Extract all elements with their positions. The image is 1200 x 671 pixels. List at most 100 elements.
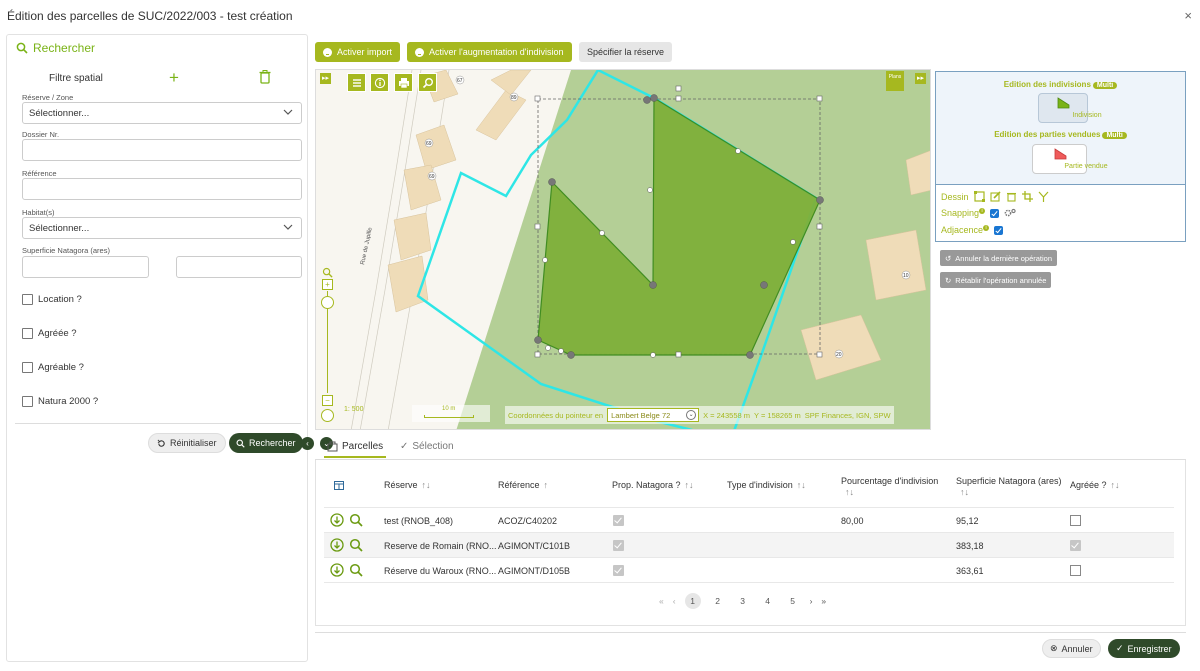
reset-button[interactable]: Réinitialiser [148,433,226,453]
redo-operation-button[interactable]: ↻ Rétablir l'opération annulée [940,272,1052,288]
next-page-button[interactable]: › [810,596,813,606]
page-button[interactable]: 5 [785,593,801,609]
agreee-checkbox-empty [1070,565,1081,576]
download-icon[interactable] [330,513,344,527]
sort-icon[interactable]: ↑↓ [1111,480,1120,490]
checkbox-box[interactable] [22,294,33,305]
zoom-icon[interactable] [349,538,363,552]
zoom-in-button[interactable]: + [322,279,333,290]
chevron-left-icon[interactable]: ‹ [301,437,314,450]
page-button[interactable]: 3 [735,593,751,609]
undo-operation-button[interactable]: ↺ Annuler la dernière opération [940,250,1058,266]
cell-superficie: 383,18 [956,541,984,551]
last-page-button[interactable]: » [821,596,826,606]
reference-input[interactable] [22,178,302,200]
merge-icon[interactable] [1038,191,1049,202]
info-icon[interactable]: i [979,208,986,214]
header-reference[interactable]: Référence ↑ [498,480,548,491]
sort-icon[interactable]: ↑↓ [960,487,969,497]
sort-icon[interactable]: ↑↓ [845,487,854,497]
cancel-button[interactable]: ⊗ Annuler [1042,639,1101,658]
close-icon[interactable]: × [1184,8,1192,23]
plans-button[interactable]: Plans [886,71,904,91]
checkbox-box[interactable] [22,328,33,339]
settings-icon[interactable] [1004,208,1016,218]
snapping-row: Snapping i [941,208,1016,218]
checkbox-box[interactable] [22,396,33,407]
tab-selection[interactable]: ✓ Sélection [400,441,454,452]
table-row[interactable]: Réserve du Waroux (RNO... AGIMONT/D105B … [324,557,1174,582]
sort-asc-icon[interactable]: ↑ [544,480,549,490]
habitat-select[interactable]: Sélectionner... [22,217,302,239]
map-attribution: SPF Finances, IGN, SPW [804,410,891,420]
agreee-checkbox[interactable]: Agréée ? [22,328,77,339]
draw-polygon-icon[interactable] [973,191,985,202]
superficie-min-input[interactable] [22,256,149,278]
zoom-slider-handle[interactable] [321,296,334,309]
multi-badge[interactable]: Multi [1102,132,1127,139]
header-reserve[interactable]: Réserve ↑↓ [384,480,431,491]
reserve-select[interactable]: Sélectionner... [22,102,302,124]
zoom-out-button[interactable]: − [322,395,333,406]
trash-icon[interactable] [259,70,271,84]
crop-icon[interactable] [1021,191,1033,202]
trash-icon[interactable] [1006,191,1017,202]
menu-icon[interactable] [347,73,366,92]
expand-left-icon[interactable]: ▸▸ [320,73,331,84]
expand-right-icon[interactable]: ▸▸ [915,73,926,84]
map-drawing: Rue de Jupille 67 89 69 69 10 20 [316,70,930,429]
header-agreee[interactable]: Agréée ? ↑↓ [1070,480,1120,491]
header-superficie[interactable]: Superficie Natagora (ares) ↑↓ [956,476,1066,498]
dossier-input[interactable] [22,139,302,161]
location-checkbox[interactable]: Location ? [22,294,82,305]
checkbox-box[interactable] [22,362,33,373]
info-icon[interactable]: i [983,225,990,231]
header-pourcentage[interactable]: Pourcentage d'indivision ↑↓ [841,476,946,498]
first-page-button[interactable]: « [659,596,664,606]
reserve-label: Réserve / Zone [22,93,74,102]
page-button[interactable]: 2 [710,593,726,609]
sort-icon[interactable]: ↑↓ [422,480,431,490]
import-button[interactable]: Activer import [315,42,401,62]
search-button[interactable]: Rechercher [229,433,303,453]
download-icon[interactable] [330,538,344,552]
save-button[interactable]: ✓ Enregistrer [1108,639,1180,658]
superficie-max-input[interactable] [176,256,302,278]
sort-icon[interactable]: ↑↓ [685,480,694,490]
undo-icon [157,439,165,447]
zoom-search-icon[interactable] [322,267,333,278]
zoom-reset-handle[interactable] [321,409,334,422]
search-title: Rechercher [33,41,96,55]
zoom-search-icon[interactable] [418,73,437,92]
sort-icon[interactable]: ↑↓ [797,480,806,490]
house-number: 69 [429,174,435,180]
add-filter-icon[interactable]: + [169,68,179,88]
polygon-red-icon [1054,148,1067,160]
print-icon[interactable] [394,73,413,92]
agreable-checkbox[interactable]: Agréable ? [22,362,84,373]
edit-icon[interactable] [989,191,1001,202]
indivision-tool[interactable]: Indivision [1038,93,1102,123]
zoom-icon[interactable] [349,513,363,527]
zoom-icon[interactable] [349,563,363,577]
download-icon[interactable] [330,563,344,577]
natura-checkbox[interactable]: Natura 2000 ? [22,396,98,407]
page-button[interactable]: 1 [684,593,701,609]
projection-select[interactable]: Lambert Belge 72 ⌄ [607,408,700,422]
adjacence-checkbox[interactable] [994,225,1004,235]
table-row[interactable]: Reserve de Romain (RNO... AGIMONT/C101B … [324,532,1174,557]
header-type[interactable]: Type d'indivision ↑↓ [727,480,806,491]
augment-button[interactable]: Activer l'augmentation d'indivision [407,42,572,62]
header-prop[interactable]: Prop. Natagora ? ↑↓ [612,480,694,491]
partie-vendue-tool[interactable]: Partie vendue [1032,144,1108,174]
prev-page-button[interactable]: ‹ [673,596,676,606]
reserve-button[interactable]: Spécifier la réserve [579,42,673,62]
tab-parcelles[interactable]: Parcelles [323,441,387,458]
multi-badge[interactable]: Multi [1092,82,1118,89]
table-row[interactable]: test (RNOB_408) ACOZ/C40202 80,00 95,12 [324,507,1174,532]
map-canvas[interactable]: Rue de Jupille 67 89 69 69 10 20 [315,69,931,430]
columns-icon[interactable] [334,481,344,490]
info-icon[interactable] [370,73,389,92]
snapping-checkbox[interactable] [990,208,1000,218]
page-button[interactable]: 4 [760,593,776,609]
